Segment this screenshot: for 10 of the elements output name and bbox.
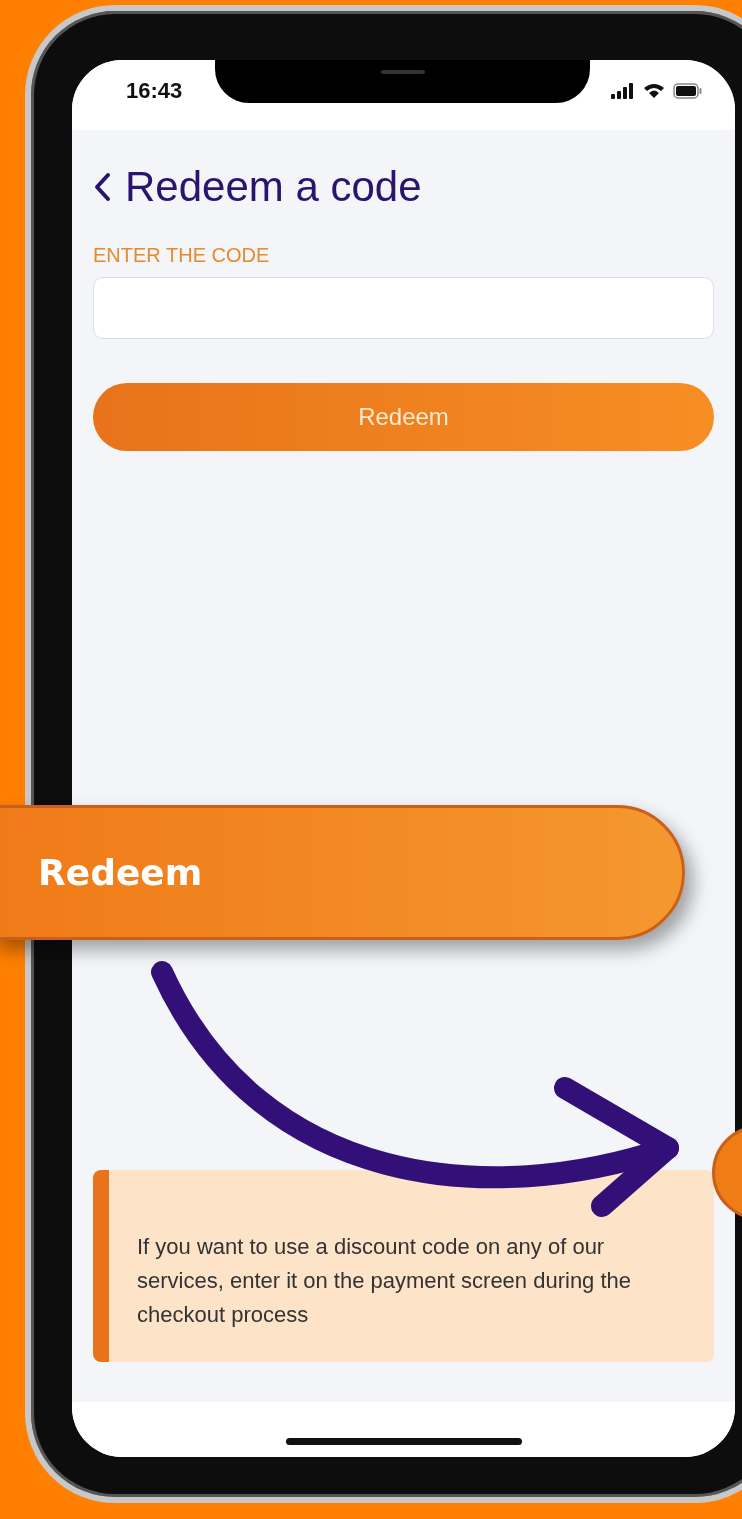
back-icon[interactable] — [93, 172, 111, 202]
page-title: Redeem a code — [125, 162, 422, 212]
status-time: 16:43 — [126, 78, 183, 104]
battery-icon — [673, 83, 703, 99]
field-label: ENTER THE CODE — [93, 244, 271, 267]
callout-banner: Redeem — [0, 805, 685, 940]
redeem-button[interactable]: Redeem — [93, 383, 714, 451]
wifi-icon — [643, 83, 665, 99]
info-text: If you want to use a discount code on any of our services, enter it on the payment screen during the checkout process — [137, 1233, 633, 1329]
signal-icon — [611, 83, 635, 99]
